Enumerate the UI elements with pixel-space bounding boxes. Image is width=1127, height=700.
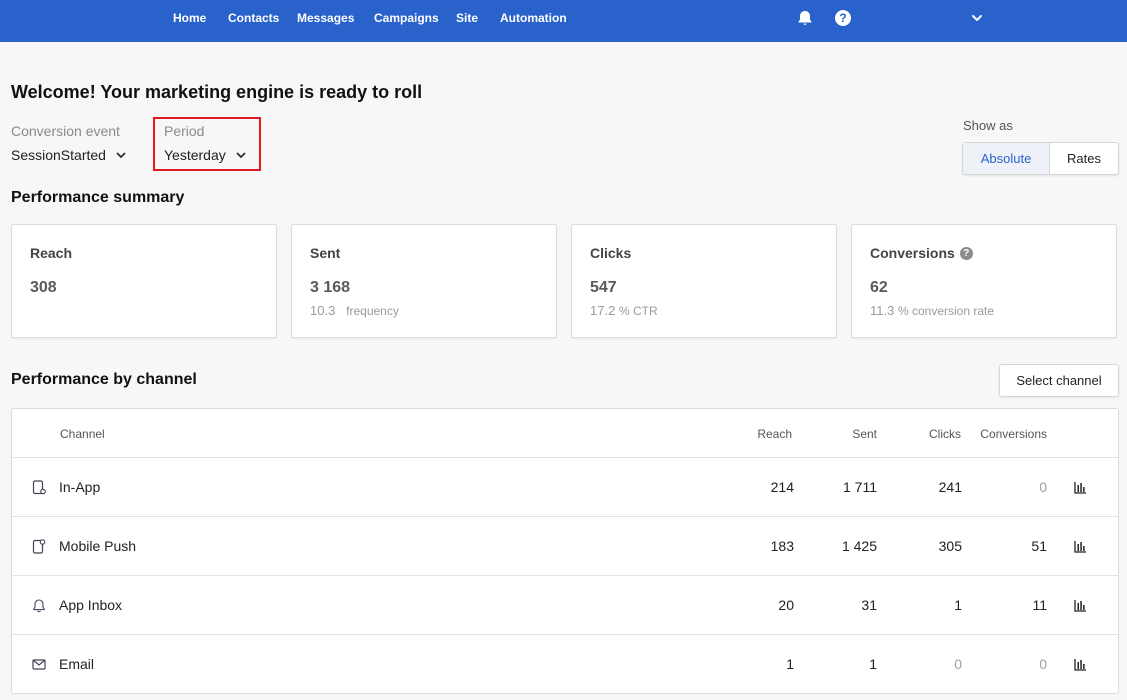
card-subtext: 11.3 % conversion rate — [870, 303, 994, 318]
card-value: 3 168 — [310, 279, 351, 296]
bell-icon[interactable] — [796, 9, 814, 27]
conversions-value: 0 — [1039, 656, 1047, 672]
card-sub-value: 11.3 — [870, 303, 895, 318]
channel-table: Channel Reach Sent Clicks Conversions In… — [11, 408, 1119, 694]
select-channel-button[interactable]: Select channel — [999, 364, 1119, 397]
reach-value: 214 — [770, 479, 794, 495]
nav-site[interactable]: Site — [456, 11, 478, 25]
clicks-value: 241 — [938, 479, 962, 495]
clicks-value: 1 — [954, 597, 962, 613]
nav-messages[interactable]: Messages — [297, 11, 354, 25]
conversion-event-dropdown[interactable]: SessionStarted — [11, 147, 126, 163]
table-row[interactable]: Email 1 1 0 0 — [12, 635, 1118, 694]
clicks-value: 0 — [954, 656, 962, 672]
period-value: Yesterday — [164, 147, 226, 163]
card-title: Reach — [30, 245, 73, 261]
performance-by-channel-heading: Performance by channel — [11, 371, 197, 388]
bar-chart-icon[interactable] — [1074, 658, 1087, 671]
help-circle-icon[interactable]: ? — [834, 9, 852, 27]
table-row[interactable]: App Inbox 20 31 1 11 — [12, 576, 1118, 635]
bar-chart-icon[interactable] — [1074, 540, 1087, 553]
nav-contacts[interactable]: Contacts — [228, 11, 279, 25]
conversions-value: 0 — [1039, 479, 1047, 495]
card-subtext: 17.2 % CTR — [590, 303, 658, 318]
conversions-value: 11 — [1032, 597, 1047, 613]
clicks-value: 305 — [938, 538, 962, 554]
show-as-rates[interactable]: Rates — [1050, 143, 1118, 174]
nav-campaigns[interactable]: Campaigns — [374, 11, 439, 25]
page-title: Welcome! Your marketing engine is ready … — [11, 82, 423, 102]
in-app-icon — [32, 480, 46, 495]
bell-icon — [33, 599, 45, 613]
chevron-down-icon[interactable] — [968, 9, 986, 27]
column-channel[interactable]: Channel — [60, 427, 105, 441]
sent-value: 1 711 — [843, 479, 877, 495]
sent-value: 1 — [869, 656, 877, 672]
channel-name: In-App — [59, 479, 101, 495]
column-clicks[interactable]: Clicks — [929, 427, 961, 441]
card-title-row: Conversions ? — [870, 245, 973, 261]
column-reach[interactable]: Reach — [757, 427, 792, 441]
card-sub-unit: frequency — [346, 304, 399, 318]
reach-card: Reach 308 — [11, 224, 277, 338]
help-icon[interactable]: ? — [959, 246, 973, 260]
reach-value: 1 — [786, 656, 794, 672]
sent-value: 1 425 — [841, 538, 877, 554]
sent-card: Sent 3 168 10.3 frequency — [291, 224, 557, 338]
reach-value: 20 — [778, 597, 794, 613]
card-sub-unit: % conversion rate — [897, 304, 995, 318]
channel-name: App Inbox — [59, 597, 123, 613]
conversion-event-value: SessionStarted — [11, 147, 106, 163]
period-label: Period — [164, 123, 205, 139]
card-sub-value: 17.2 — [590, 303, 616, 318]
conversion-event-label: Conversion event — [11, 123, 120, 139]
table-row[interactable]: In-App 214 1 711 241 0 — [12, 458, 1118, 517]
table-row[interactable]: Mobile Push 183 1 425 305 51 — [12, 517, 1118, 576]
card-title: Sent — [310, 245, 341, 261]
card-sub-unit: % CTR — [618, 304, 658, 318]
top-navbar: Home Contacts Messages Campaigns Site Au… — [0, 0, 1127, 42]
channel-name: Email — [59, 656, 95, 672]
card-value: 62 — [870, 279, 888, 296]
chevron-down-icon — [116, 151, 126, 158]
card-sub-value: 10.3 — [310, 303, 336, 318]
mail-icon — [32, 659, 46, 670]
reach-value: 183 — [770, 538, 794, 554]
bar-chart-icon[interactable] — [1074, 481, 1087, 494]
sent-value: 31 — [861, 597, 877, 613]
clicks-card: Clicks 547 17.2 % CTR — [571, 224, 837, 338]
show-as-label: Show as — [963, 118, 1013, 133]
bar-chart-icon[interactable] — [1074, 599, 1087, 612]
nav-automation[interactable]: Automation — [500, 11, 567, 25]
card-title: Conversions — [870, 245, 955, 261]
card-title: Clicks — [590, 245, 632, 261]
card-value: 547 — [590, 279, 617, 296]
nav-home[interactable]: Home — [173, 11, 206, 25]
card-value: 308 — [30, 279, 57, 296]
performance-summary-heading: Performance summary — [11, 189, 185, 206]
column-conversions[interactable]: Conversions — [980, 427, 1047, 441]
svg-text:?: ? — [839, 11, 846, 25]
channel-name: Mobile Push — [59, 538, 137, 554]
card-subtext: 10.3 frequency — [310, 303, 399, 318]
table-header: Channel Reach Sent Clicks Conversions — [12, 409, 1118, 458]
conversions-value: 51 — [1031, 538, 1047, 554]
show-as-toggle: Absolute Rates — [962, 142, 1119, 175]
conversions-card: Conversions ? 62 11.3 % conversion rate — [851, 224, 1117, 338]
period-dropdown[interactable]: Yesterday — [164, 147, 246, 163]
chevron-down-icon — [236, 151, 246, 158]
column-sent[interactable]: Sent — [852, 427, 877, 441]
mobile-push-icon — [32, 539, 46, 554]
show-as-absolute[interactable]: Absolute — [963, 143, 1050, 174]
